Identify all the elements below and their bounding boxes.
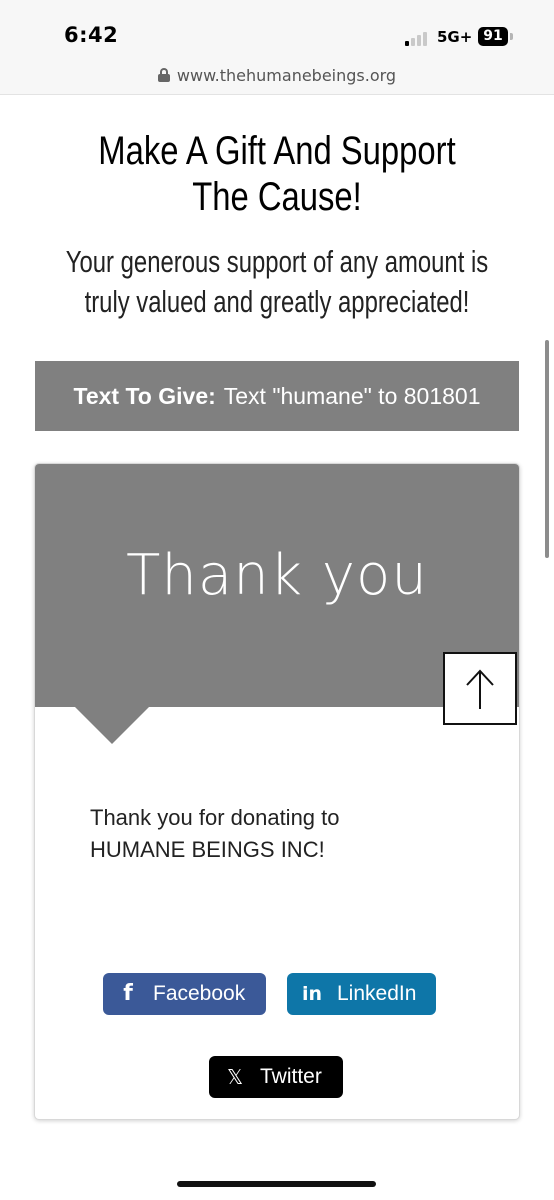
thank-you-message-line-2: HUMANE BEINGS INC! <box>90 837 325 862</box>
text-to-give-label: Text To Give: <box>73 383 216 409</box>
url-text: www.thehumanebeings.org <box>176 66 397 85</box>
share-twitter-button[interactable]: 𝕏 Twitter <box>209 1056 343 1098</box>
page-scrollbar[interactable] <box>545 340 549 558</box>
thank-you-message-line-1: Thank you for donating to <box>90 805 340 830</box>
page-title-line-1: Make A Gift And Support <box>98 129 456 173</box>
donation-confirmation-card: Thank you Thank you for donating to HUMA… <box>34 463 520 1120</box>
lock-icon <box>157 68 170 82</box>
share-facebook-button[interactable]: f Facebook <box>103 973 266 1015</box>
facebook-icon: f <box>123 981 133 1006</box>
card-pointer <box>75 707 149 744</box>
share-twitter-label: Twitter <box>260 1065 322 1088</box>
home-indicator[interactable] <box>177 1181 376 1187</box>
page-title: Make A Gift And Support The Cause! <box>50 128 504 220</box>
status-time: 6:42 <box>64 23 119 47</box>
network-type: 5G+ <box>437 28 473 46</box>
linkedin-icon: in <box>301 983 323 1005</box>
status-bar: 6:42 5G+ 91 <box>0 0 554 64</box>
text-to-give-banner: Text To Give: Text "humane" to 801801 <box>35 361 519 431</box>
text-to-give-instruction: Text "humane" to 801801 <box>223 383 481 409</box>
page-subtitle: Your generous support of any amount is t… <box>64 242 491 322</box>
arrow-up-icon <box>466 669 494 709</box>
share-facebook-label: Facebook <box>153 982 246 1005</box>
thank-you-message: Thank you for donating to HUMANE BEINGS … <box>90 802 470 866</box>
page-subtitle-line-2: truly valued and greatly appreciated! <box>84 284 470 319</box>
battery-tip <box>510 33 513 40</box>
page-title-line-2: The Cause! <box>192 175 362 219</box>
page-subtitle-line-1: Your generous support of any amount is <box>65 244 489 279</box>
thank-you-heading: Thank you <box>126 543 428 608</box>
cellular-signal-icon <box>405 30 433 46</box>
address-bar[interactable]: www.thehumanebeings.org <box>0 64 554 95</box>
x-logo-icon: 𝕏 <box>226 1065 244 1089</box>
scroll-to-top-button[interactable] <box>443 652 517 725</box>
battery-icon: 91 <box>478 27 508 46</box>
share-linkedin-button[interactable]: in LinkedIn <box>287 973 436 1015</box>
share-linkedin-label: LinkedIn <box>337 982 417 1005</box>
